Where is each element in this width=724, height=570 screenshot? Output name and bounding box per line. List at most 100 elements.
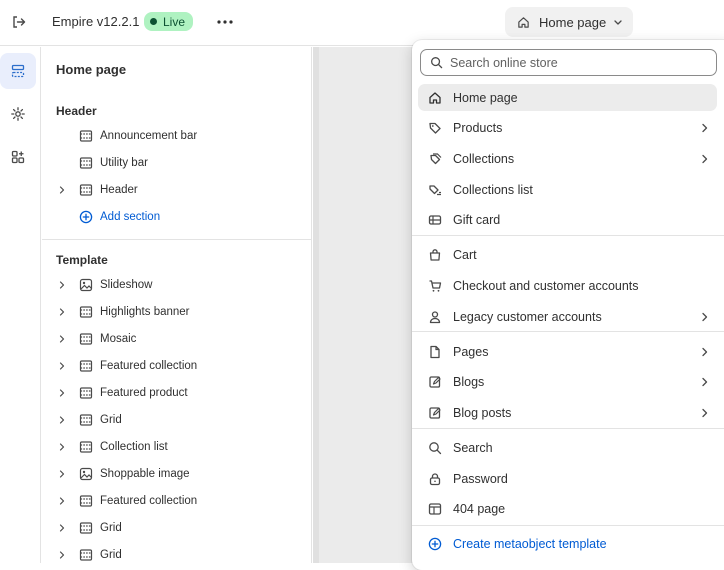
- chevron-right-icon[interactable]: [56, 497, 68, 505]
- menu-item-cart[interactable]: Cart: [418, 241, 717, 268]
- section-icon: [78, 331, 94, 347]
- menu-item-label: Legacy customer accounts: [453, 309, 602, 324]
- create-metaobject-template-label: Create metaobject template: [453, 536, 607, 551]
- section-item-label: Utility bar: [100, 157, 148, 169]
- chevron-right-icon[interactable]: [56, 308, 68, 316]
- header-section-item[interactable]: Header: [42, 178, 311, 202]
- template-section-item[interactable]: Grid: [42, 543, 311, 563]
- menu-item-label: Collections list: [453, 182, 533, 197]
- add-section-label: Add section: [100, 211, 161, 223]
- header-section-item[interactable]: Announcement bar: [42, 124, 311, 148]
- search-input[interactable]: [450, 55, 700, 70]
- menu-item-label: Password: [453, 471, 508, 486]
- menu-item-label: Blog posts: [453, 405, 512, 420]
- sections-rail-button[interactable]: [0, 53, 36, 89]
- section-icon: [78, 493, 94, 509]
- lock-icon: [427, 471, 443, 487]
- menu-item-gift-card[interactable]: Gift card: [418, 206, 717, 233]
- menu-item-label: Checkout and customer accounts: [453, 278, 639, 293]
- menu-item-home-page[interactable]: Home page: [418, 84, 717, 111]
- chevron-right-icon: [697, 123, 711, 133]
- section-item-label: Grid: [100, 549, 122, 561]
- menu-item-label: Collections: [453, 151, 515, 166]
- template-section-item[interactable]: Featured collection: [42, 489, 311, 513]
- add-section-button[interactable]: Add section: [42, 205, 311, 229]
- menu-item-password[interactable]: Password: [418, 465, 717, 492]
- chevron-right-icon[interactable]: [56, 281, 68, 289]
- home-icon: [427, 90, 443, 106]
- section-icon: [78, 520, 94, 536]
- create-metaobject-template-button[interactable]: Create metaobject template: [418, 530, 717, 557]
- bag-icon: [427, 247, 443, 263]
- menu-item-legacy-customer-accounts[interactable]: Legacy customer accounts: [418, 303, 717, 330]
- theme-settings-rail-button[interactable]: [0, 96, 36, 132]
- exit-button[interactable]: [8, 11, 30, 33]
- section-divider: [42, 239, 311, 240]
- chevron-right-icon[interactable]: [56, 551, 68, 559]
- page-selector-dropdown: Home page Products Collections Collections …: [412, 40, 724, 570]
- menu-divider: [412, 331, 724, 332]
- template-section-item[interactable]: Grid: [42, 516, 311, 540]
- collection-icon: [427, 151, 443, 167]
- header-section-item[interactable]: Utility bar: [42, 151, 311, 175]
- collection-list-icon: [427, 182, 443, 198]
- home-icon: [517, 16, 530, 29]
- gift-card-icon: [427, 212, 443, 228]
- menu-item-label: 404 page: [453, 501, 506, 516]
- exit-icon: [11, 14, 27, 30]
- chevron-right-icon[interactable]: [56, 416, 68, 424]
- add-circle-icon: [78, 209, 94, 225]
- menu-item-blogs[interactable]: Blogs: [418, 368, 717, 395]
- menu-divider: [412, 235, 724, 236]
- template-section-item[interactable]: Collection list: [42, 435, 311, 459]
- section-icon: [78, 412, 94, 428]
- section-icon: [78, 439, 94, 455]
- section-item-label: Announcement bar: [100, 130, 198, 142]
- chevron-down-icon: [613, 17, 623, 27]
- gear-icon: [10, 106, 26, 122]
- section-item-label: Highlights banner: [100, 306, 190, 318]
- section-icon: [78, 304, 94, 320]
- menu-item-collections-list[interactable]: Collections list: [418, 176, 717, 203]
- section-item-label: Collection list: [100, 441, 168, 453]
- section-item-label: Featured collection: [100, 495, 198, 507]
- chevron-right-icon[interactable]: [56, 470, 68, 478]
- chevron-right-icon[interactable]: [56, 524, 68, 532]
- template-section-item[interactable]: Slideshow: [42, 273, 311, 297]
- template-section-item[interactable]: Featured collection: [42, 354, 311, 378]
- menu-divider: [412, 525, 724, 526]
- chevron-right-icon[interactable]: [56, 389, 68, 397]
- section-icon: [78, 358, 94, 374]
- menu-item-blog-posts[interactable]: Blog posts: [418, 399, 717, 426]
- menu-item-collections[interactable]: Collections: [418, 145, 717, 172]
- apps-rail-button[interactable]: [0, 139, 36, 175]
- template-section-item[interactable]: Shoppable image: [42, 462, 311, 486]
- template-section-item[interactable]: Grid: [42, 408, 311, 432]
- section-item-label: Slideshow: [100, 279, 153, 291]
- chevron-right-icon[interactable]: [56, 362, 68, 370]
- chevron-right-icon[interactable]: [56, 186, 68, 194]
- section-icon: [78, 385, 94, 401]
- chevron-right-icon: [697, 408, 711, 418]
- menu-item-label: Cart: [453, 247, 477, 262]
- menu-item-search[interactable]: Search: [418, 434, 717, 461]
- template-section-item[interactable]: Mosaic: [42, 327, 311, 351]
- menu-item-checkout-and-customer-accounts[interactable]: Checkout and customer accounts: [418, 272, 717, 299]
- cart-icon: [427, 278, 443, 294]
- menu-item-404-page[interactable]: 404 page: [418, 495, 717, 522]
- menu-item-products[interactable]: Products: [418, 114, 717, 141]
- template-section-item[interactable]: Highlights banner: [42, 300, 311, 324]
- preview-edge: [313, 47, 319, 563]
- chevron-right-icon[interactable]: [56, 335, 68, 343]
- more-actions-button[interactable]: [213, 11, 237, 33]
- menu-item-pages[interactable]: Pages: [418, 338, 717, 365]
- template-section-item[interactable]: Featured product: [42, 381, 311, 405]
- page-selector[interactable]: Home page: [505, 7, 633, 37]
- error-page-icon: [427, 501, 443, 517]
- search-field[interactable]: [420, 49, 717, 76]
- add-circle-icon: [427, 536, 443, 552]
- chevron-right-icon[interactable]: [56, 443, 68, 451]
- chevron-right-icon: [697, 347, 711, 357]
- image-section-icon: [78, 277, 94, 293]
- section-item-label: Grid: [100, 522, 122, 534]
